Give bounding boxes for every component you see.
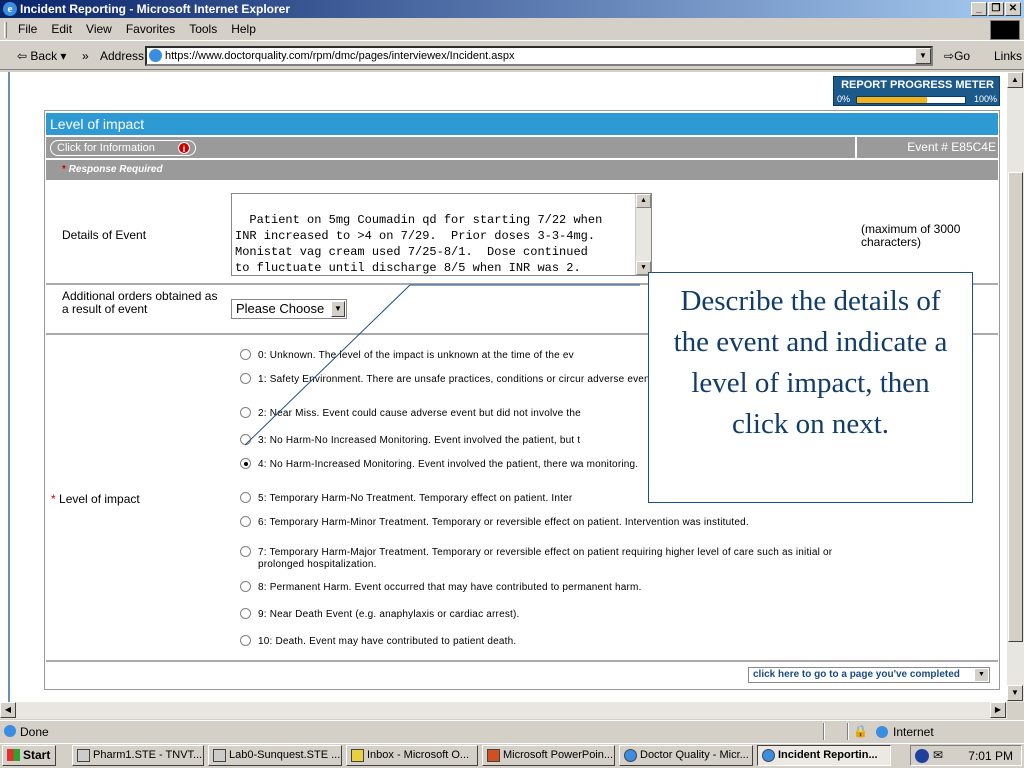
system-tray: ✉ 7:01 PM (910, 745, 1022, 766)
windows-flag-icon (7, 749, 20, 761)
terminal-icon (77, 749, 90, 762)
task-lab0[interactable]: Lab0-Sunquest.STE ... (208, 745, 342, 766)
scroll-up-icon[interactable]: ▲ (1007, 72, 1023, 88)
ie-icon (624, 749, 637, 762)
internet-zone-icon (876, 726, 888, 738)
callout-pointer-line-diagonal (244, 284, 411, 446)
status-separator (847, 723, 849, 740)
task-powerpoint[interactable]: Microsoft PowerPoin... (482, 745, 615, 766)
task-inbox[interactable]: Inbox - Microsoft O... (346, 745, 478, 766)
page-done-icon (4, 725, 16, 737)
vertical-scrollbar[interactable]: ▲ ▼ (1007, 72, 1024, 702)
security-zone: Internet (893, 725, 934, 739)
scroll-thumb[interactable] (1008, 172, 1023, 642)
start-label: Start (23, 748, 51, 762)
powerpoint-icon (487, 749, 500, 762)
status-bar: Done 🔒 Internet (0, 720, 1024, 742)
task-label: Microsoft PowerPoin... (503, 749, 614, 761)
ie-icon (762, 749, 775, 762)
task-label: Pharm1.STE - TNVT... (93, 749, 203, 761)
clock: 7:01 PM (968, 749, 1013, 763)
horizontal-scrollbar[interactable]: ◀ ▶ (0, 702, 1007, 719)
scroll-left-icon[interactable]: ◀ (0, 702, 16, 718)
scroll-down-icon[interactable]: ▼ (1007, 685, 1023, 701)
task-incident-reporting[interactable]: Incident Reportin... (757, 745, 891, 766)
outlook-icon (351, 749, 364, 762)
task-doctor-quality[interactable]: Doctor Quality - Micr... (619, 745, 753, 766)
task-pharm1[interactable]: Pharm1.STE - TNVT... (72, 745, 204, 766)
mail-icon[interactable]: ✉ (933, 748, 943, 762)
start-button[interactable]: Start (2, 745, 56, 766)
scroll-right-icon[interactable]: ▶ (990, 702, 1006, 718)
task-label: Doctor Quality - Micr... (640, 749, 749, 761)
task-label: Incident Reportin... (778, 749, 878, 761)
scrollbar-corner (1007, 702, 1024, 719)
status-text: Done (20, 725, 49, 739)
status-separator (823, 723, 825, 740)
task-label: Inbox - Microsoft O... (367, 749, 470, 761)
lock-icon: 🔒 (853, 724, 868, 738)
task-label: Lab0-Sunquest.STE ... (229, 749, 341, 761)
terminal-icon (213, 749, 226, 762)
instruction-callout: Describe the details of the event and in… (648, 272, 973, 503)
aol-icon[interactable] (915, 749, 929, 763)
